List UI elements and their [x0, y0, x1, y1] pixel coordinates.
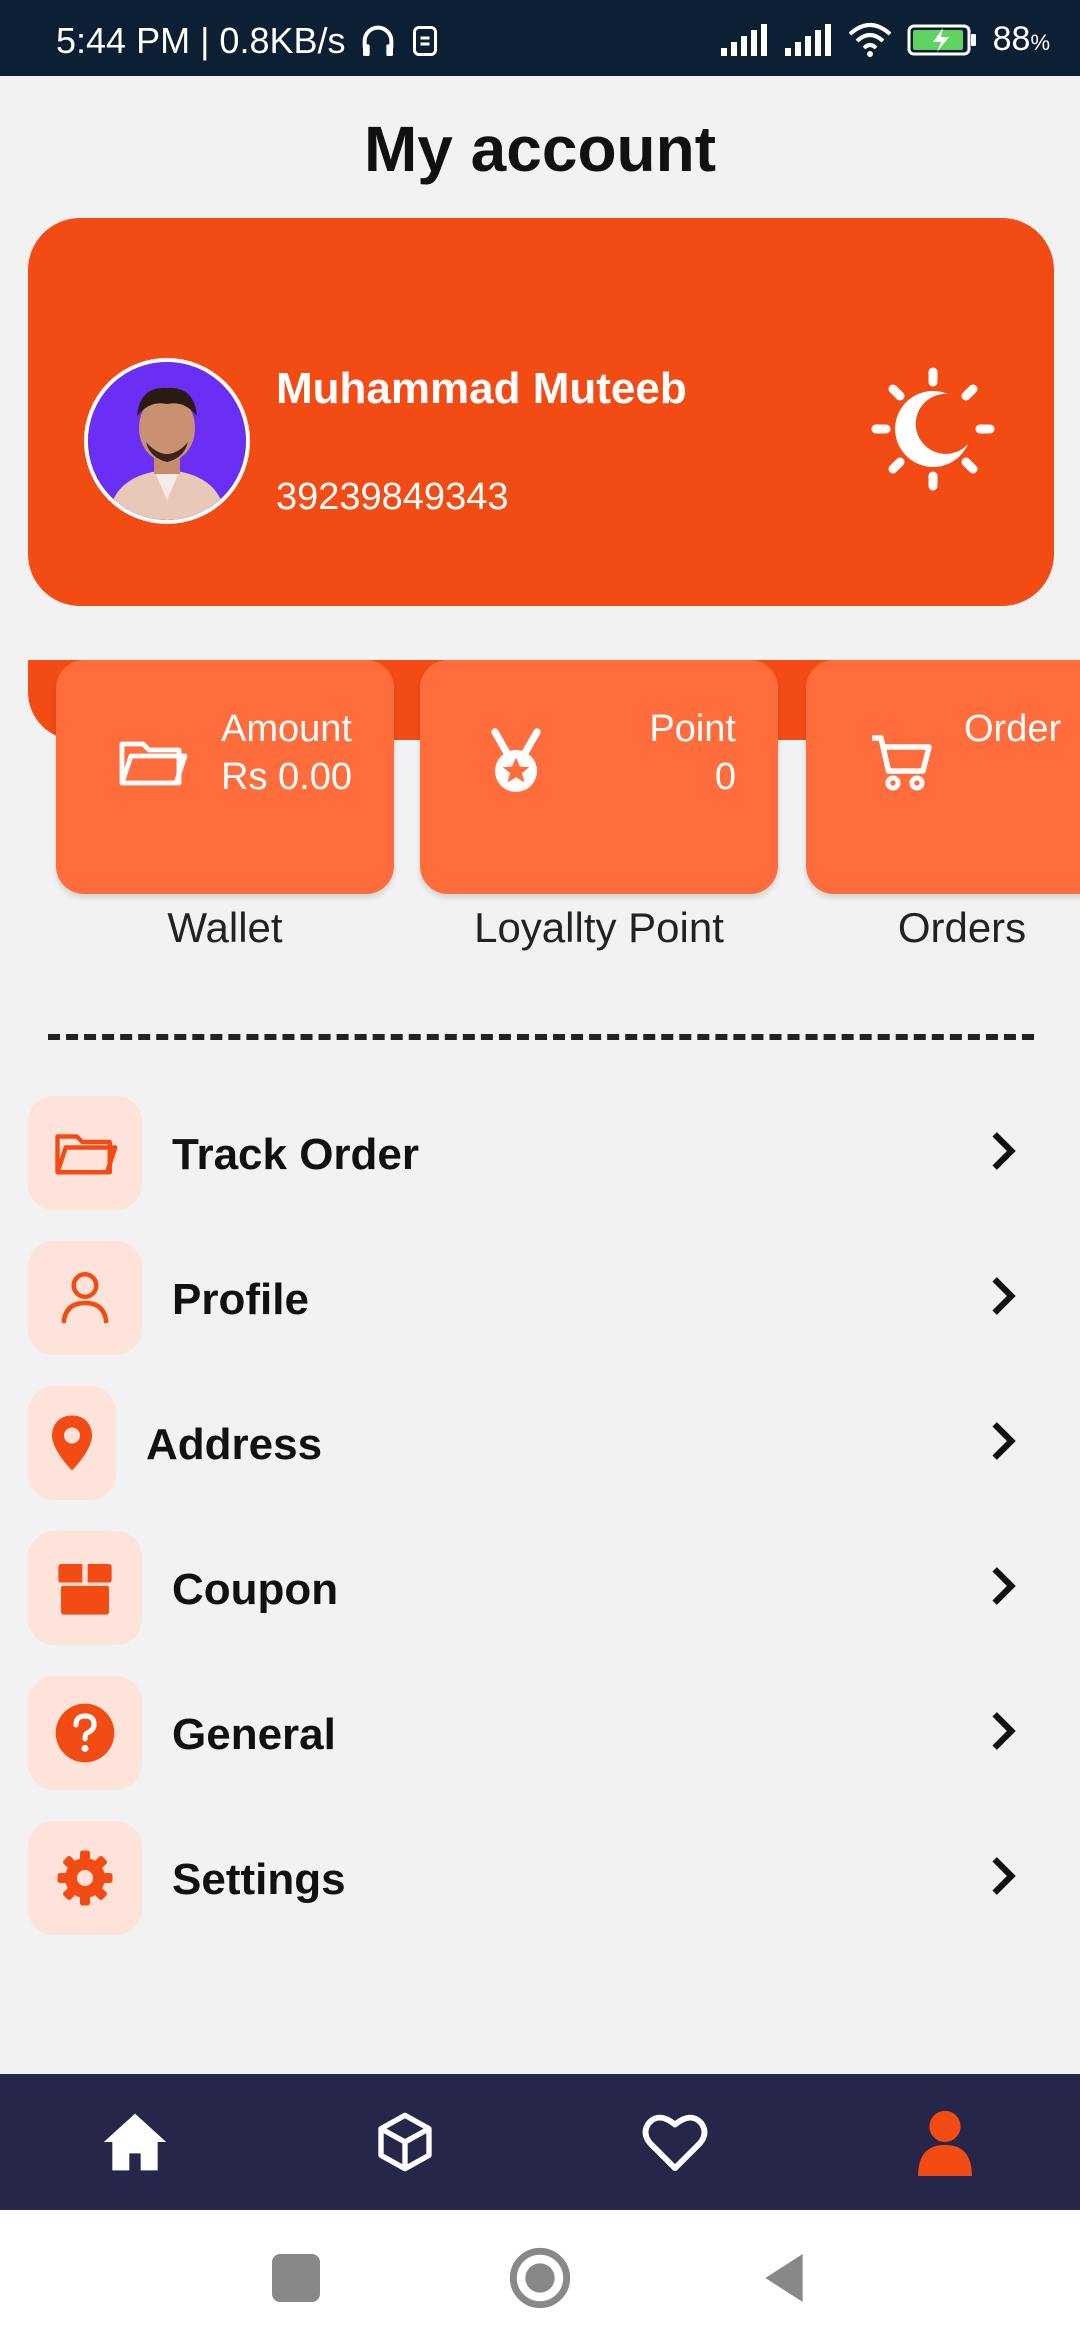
status-time-speed: 5:44 PM | 0.8KB/s: [56, 20, 346, 61]
battery-level: 88%: [992, 20, 1050, 58]
menu-label-coupon: Coupon: [172, 1565, 339, 1614]
nav-account-button[interactable]: [885, 2092, 1005, 2192]
loyalty-card[interactable]: Point 0: [420, 660, 778, 894]
status-right: 88%: [719, 20, 1050, 59]
menu-label-track-order: Track Order: [172, 1130, 420, 1179]
home-icon: [103, 2113, 167, 2171]
sim-icon: [412, 26, 437, 56]
dashed-divider: [48, 1034, 1034, 1040]
avatar-image: [88, 362, 246, 520]
orders-caption: Orders: [897, 904, 1027, 951]
wallet-value: Rs 0.00: [221, 756, 352, 798]
loyalty-value: 0: [714, 756, 736, 798]
wifi-icon: [848, 22, 891, 57]
folder-icon: [119, 741, 188, 786]
menu-item-settings[interactable]: Settings: [28, 1821, 1028, 1941]
chevron-right-icon: [992, 1422, 1016, 1460]
menu-icon-box: [28, 1241, 142, 1355]
loyalty-caption: Loyallty Point: [474, 904, 724, 951]
person-icon: [918, 2110, 972, 2176]
gear-icon: [57, 1850, 113, 1906]
menu-item-profile[interactable]: Profile: [28, 1241, 1028, 1361]
chevron-right-icon: [992, 1712, 1016, 1750]
sun-moon-icon[interactable]: [868, 364, 998, 494]
heart-icon: [642, 2114, 708, 2172]
chevron-right-icon: [992, 1567, 1016, 1605]
page-title: My account: [363, 113, 717, 185]
location-pin-icon: [52, 1415, 92, 1471]
nav-home-button[interactable]: [75, 2092, 195, 2192]
profile-card: Muhammad Muteeb 39239849343: [28, 218, 1054, 606]
folder-icon: [55, 1134, 118, 1175]
question-icon: [55, 1703, 115, 1763]
cube-icon: [378, 2112, 432, 2172]
loyalty-label: Point: [649, 708, 736, 750]
menu-label-settings: Settings: [172, 1855, 346, 1904]
nav-products-button[interactable]: [345, 2092, 465, 2192]
status-bar: 5:44 PM | 0.8KB/s 88%: [0, 0, 1080, 76]
chevron-right-icon: [992, 1132, 1016, 1170]
user-name: Muhammad Muteeb: [276, 364, 687, 413]
system-nav: [0, 2210, 1080, 2340]
menu-label-profile: Profile: [172, 1275, 309, 1324]
bottom-nav: [0, 2074, 1080, 2210]
user-phone: 39239849343: [276, 476, 509, 518]
avatar[interactable]: [84, 358, 250, 524]
signal-icon: [720, 23, 767, 56]
wallet-card[interactable]: Amount Rs 0.00: [56, 660, 394, 894]
back-triangle-icon[interactable]: [752, 2246, 816, 2310]
user-icon: [61, 1272, 109, 1324]
status-left: 5:44 PM | 0.8KB/s: [56, 20, 440, 62]
chevron-right-icon: [992, 1277, 1016, 1315]
signal-icon-2: [784, 23, 831, 56]
menu-item-general[interactable]: General: [28, 1676, 1028, 1796]
wallet-label: Amount: [221, 708, 352, 750]
battery-icon: [907, 24, 976, 55]
menu-label-general: General: [172, 1710, 336, 1759]
menu-icon-box: [28, 1096, 142, 1210]
orders-card[interactable]: Order: [806, 660, 1080, 894]
menu-item-address[interactable]: Address: [28, 1386, 1028, 1506]
medal-icon: [491, 728, 541, 792]
orders-label: Order: [964, 708, 1062, 750]
chevron-right-icon: [992, 1857, 1016, 1895]
stats-row: Amount Rs 0.00 Wallet Point 0 Loyallty P…: [0, 660, 1080, 960]
headphones-icon: [362, 25, 393, 56]
cart-icon: [872, 735, 932, 791]
menu-item-coupon[interactable]: Coupon: [28, 1531, 1028, 1651]
wallet-caption: Wallet: [167, 904, 283, 951]
gift-box-icon: [58, 1564, 112, 1615]
home-circle-icon[interactable]: [508, 2246, 572, 2310]
menu-icon-box: [28, 1386, 116, 1500]
menu-item-track-order[interactable]: Track Order: [28, 1096, 1028, 1216]
menu-icon-box: [28, 1531, 142, 1645]
nav-wishlist-button[interactable]: [615, 2092, 735, 2192]
menu-icon-box: [28, 1821, 142, 1935]
menu-icon-box: [28, 1676, 142, 1790]
recents-square-icon[interactable]: [264, 2246, 328, 2310]
menu-label-address: Address: [146, 1420, 323, 1469]
